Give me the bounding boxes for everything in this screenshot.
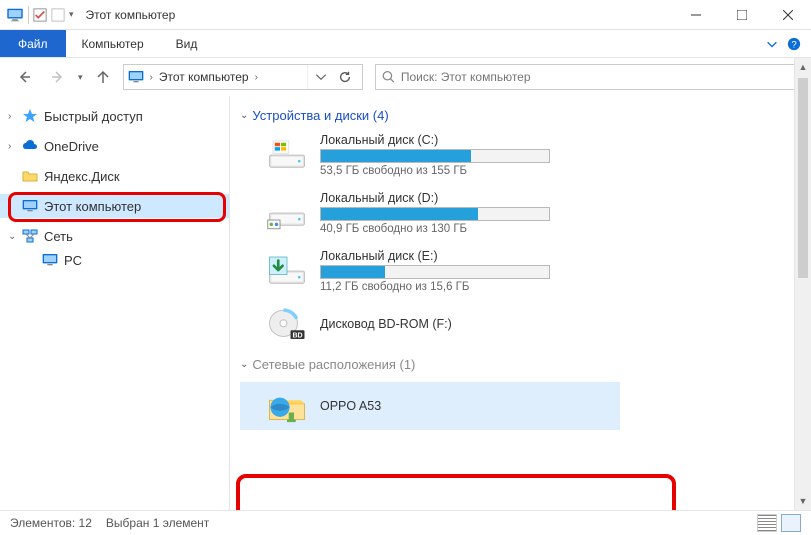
close-button[interactable]: [765, 0, 811, 30]
drive-bdrom-icon: BD: [266, 307, 308, 343]
help-icon[interactable]: ?: [787, 37, 801, 51]
chevron-down-icon[interactable]: [765, 37, 779, 51]
status-selected: Выбран 1 элемент: [106, 516, 209, 530]
up-button[interactable]: [89, 63, 117, 91]
status-item-count: Элементов: 12: [10, 516, 92, 530]
qat-dropdown-icon[interactable]: [51, 8, 65, 22]
chevron-right-icon[interactable]: ›: [253, 72, 260, 83]
section-header-network[interactable]: ⌄ Сетевые расположения (1): [240, 357, 801, 372]
sidebar-item-this-pc[interactable]: › Этот компьютер: [0, 194, 229, 218]
sidebar-item-label: Быстрый доступ: [44, 109, 143, 124]
drive-name: Локальный диск (D:): [320, 191, 550, 205]
sidebar-item-quick-access[interactable]: › Быстрый доступ: [0, 104, 229, 128]
chevron-down-icon[interactable]: ⌄: [8, 231, 18, 242]
navbar: ▾ › Этот компьютер ›: [0, 58, 811, 96]
section-header-devices[interactable]: ⌄ Устройства и диски (4): [240, 108, 801, 123]
drive-free-text: 53,5 ГБ свободно из 155 ГБ: [320, 165, 550, 177]
chevron-right-icon[interactable]: ›: [8, 201, 18, 212]
drive-item-d[interactable]: Локальный диск (D:) 40,9 ГБ свободно из …: [240, 191, 801, 235]
titlebar: ▾ Этот компьютер: [0, 0, 811, 30]
sidebar-item-onedrive[interactable]: › OneDrive: [0, 134, 229, 158]
network-location-item[interactable]: OPPO A53: [240, 382, 620, 430]
drive-item-c[interactable]: Локальный диск (C:) 53,5 ГБ свободно из …: [240, 133, 801, 177]
highlight-annotation: [236, 474, 676, 510]
sidebar-item-label: Яндекс.Диск: [44, 169, 120, 184]
chevron-down-icon[interactable]: ⌄: [240, 110, 248, 121]
refresh-icon[interactable]: [338, 70, 352, 84]
breadcrumb[interactable]: Этот компьютер: [159, 70, 249, 84]
sidebar: › Быстрый доступ › OneDrive Яндекс.Диск …: [0, 96, 230, 510]
chevron-down-icon[interactable]: ⌄: [240, 359, 248, 370]
pc-icon: [22, 198, 38, 214]
scroll-up-arrow[interactable]: ▲: [795, 58, 811, 76]
drive-item-e[interactable]: Локальный диск (E:) 11,2 ГБ свободно из …: [240, 249, 801, 293]
chevron-right-icon[interactable]: ›: [8, 111, 18, 122]
search-box[interactable]: [375, 64, 801, 90]
drive-capacity-bar: [320, 149, 550, 163]
drive-free-text: 11,2 ГБ свободно из 15,6 ГБ: [320, 281, 550, 293]
checkbox-icon[interactable]: [33, 8, 47, 22]
tab-view[interactable]: Вид: [160, 30, 214, 57]
location-pc-icon: [128, 70, 144, 84]
sidebar-item-label: PC: [64, 253, 82, 268]
drive-windows-icon: [266, 137, 308, 173]
sidebar-item-pc-node[interactable]: PC: [0, 248, 229, 272]
drive-free-text: 40,9 ГБ свободно из 130 ГБ: [320, 223, 550, 235]
star-icon: [22, 108, 38, 124]
tab-computer[interactable]: Компьютер: [66, 30, 160, 57]
sidebar-item-yandex-disk[interactable]: Яндекс.Диск: [0, 164, 229, 188]
dropdown-icon[interactable]: [314, 70, 328, 84]
window-title: Этот компьютер: [86, 8, 673, 22]
view-icons-button[interactable]: [781, 514, 801, 532]
svg-text:?: ?: [791, 39, 796, 50]
recent-dropdown[interactable]: ▾: [78, 72, 83, 83]
drive-name: Локальный диск (E:): [320, 249, 550, 263]
drive-capacity-bar: [320, 207, 550, 221]
pc-icon: [6, 8, 24, 22]
vertical-scrollbar[interactable]: ▲ ▼: [794, 58, 811, 510]
file-tab[interactable]: Файл: [0, 30, 66, 57]
scroll-thumb[interactable]: [798, 78, 808, 278]
svg-text:BD: BD: [292, 332, 302, 339]
maximize-button[interactable]: [719, 0, 765, 30]
chevron-right-icon[interactable]: ›: [8, 141, 18, 152]
sidebar-item-label: Этот компьютер: [44, 199, 141, 214]
scroll-down-arrow[interactable]: ▼: [795, 492, 811, 510]
network-location-name: OPPO A53: [320, 399, 381, 413]
address-bar[interactable]: › Этот компьютер ›: [123, 64, 363, 90]
forward-button[interactable]: [44, 63, 72, 91]
drive-download-icon: [266, 253, 308, 289]
drive-hdd-icon: [266, 195, 308, 231]
folder-icon: [22, 168, 38, 184]
pc-icon: [42, 252, 58, 268]
sidebar-item-label: Сеть: [44, 229, 73, 244]
network-folder-icon: [266, 388, 308, 424]
cloud-icon: [22, 138, 38, 154]
drive-name: Локальный диск (C:): [320, 133, 550, 147]
statusbar: Элементов: 12 Выбран 1 элемент: [0, 510, 811, 535]
back-button[interactable]: [10, 63, 38, 91]
search-input[interactable]: [401, 70, 794, 84]
drive-capacity-bar: [320, 265, 550, 279]
sidebar-item-network[interactable]: ⌄ Сеть: [0, 224, 229, 248]
minimize-button[interactable]: [673, 0, 719, 30]
content-pane: ⌄ Устройства и диски (4) Локальный диск …: [230, 96, 811, 510]
network-icon: [22, 228, 38, 244]
chevron-right-icon[interactable]: ›: [148, 72, 155, 83]
ribbon: Файл Компьютер Вид ?: [0, 30, 811, 58]
drive-name: Дисковод BD-ROM (F:): [320, 317, 550, 331]
sidebar-item-label: OneDrive: [44, 139, 99, 154]
search-icon: [382, 70, 395, 84]
view-details-button[interactable]: [757, 514, 777, 532]
drive-item-f[interactable]: BD Дисковод BD-ROM (F:): [240, 307, 801, 343]
